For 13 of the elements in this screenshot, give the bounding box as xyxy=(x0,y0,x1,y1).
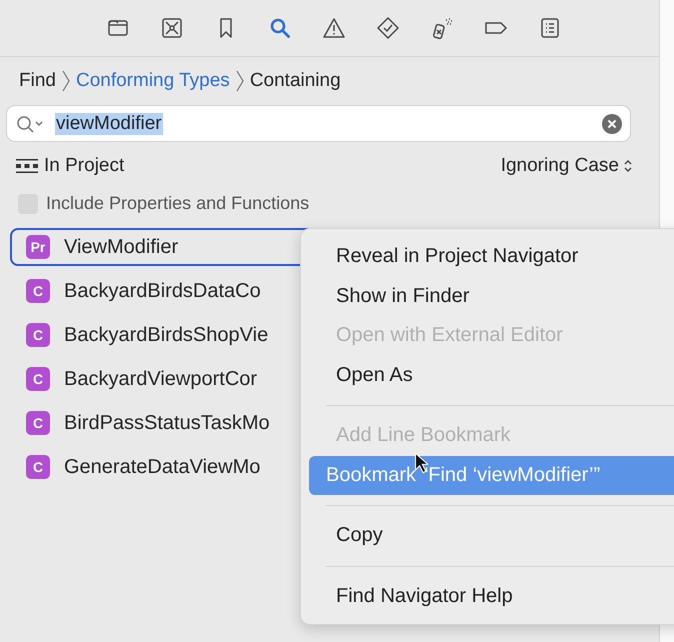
result-name: ViewModifier xyxy=(64,236,178,258)
checkbox-label: Include Properties and Functions xyxy=(46,193,310,214)
type-badge: C xyxy=(26,455,50,479)
type-badge: C xyxy=(26,279,50,303)
result-name: BackyardBirdsShopVie xyxy=(64,324,268,346)
type-badge: C xyxy=(26,323,50,347)
result-name: GenerateDataViewMo xyxy=(64,456,260,478)
result-name: BackyardBirdsDataCo xyxy=(64,280,261,302)
type-badge: Pr xyxy=(26,235,50,259)
result-name: BirdPassStatusTaskMo xyxy=(64,412,270,434)
type-badge: C xyxy=(26,411,50,435)
type-badge: C xyxy=(26,367,50,391)
result-name: BackyardViewportCor xyxy=(64,368,258,390)
